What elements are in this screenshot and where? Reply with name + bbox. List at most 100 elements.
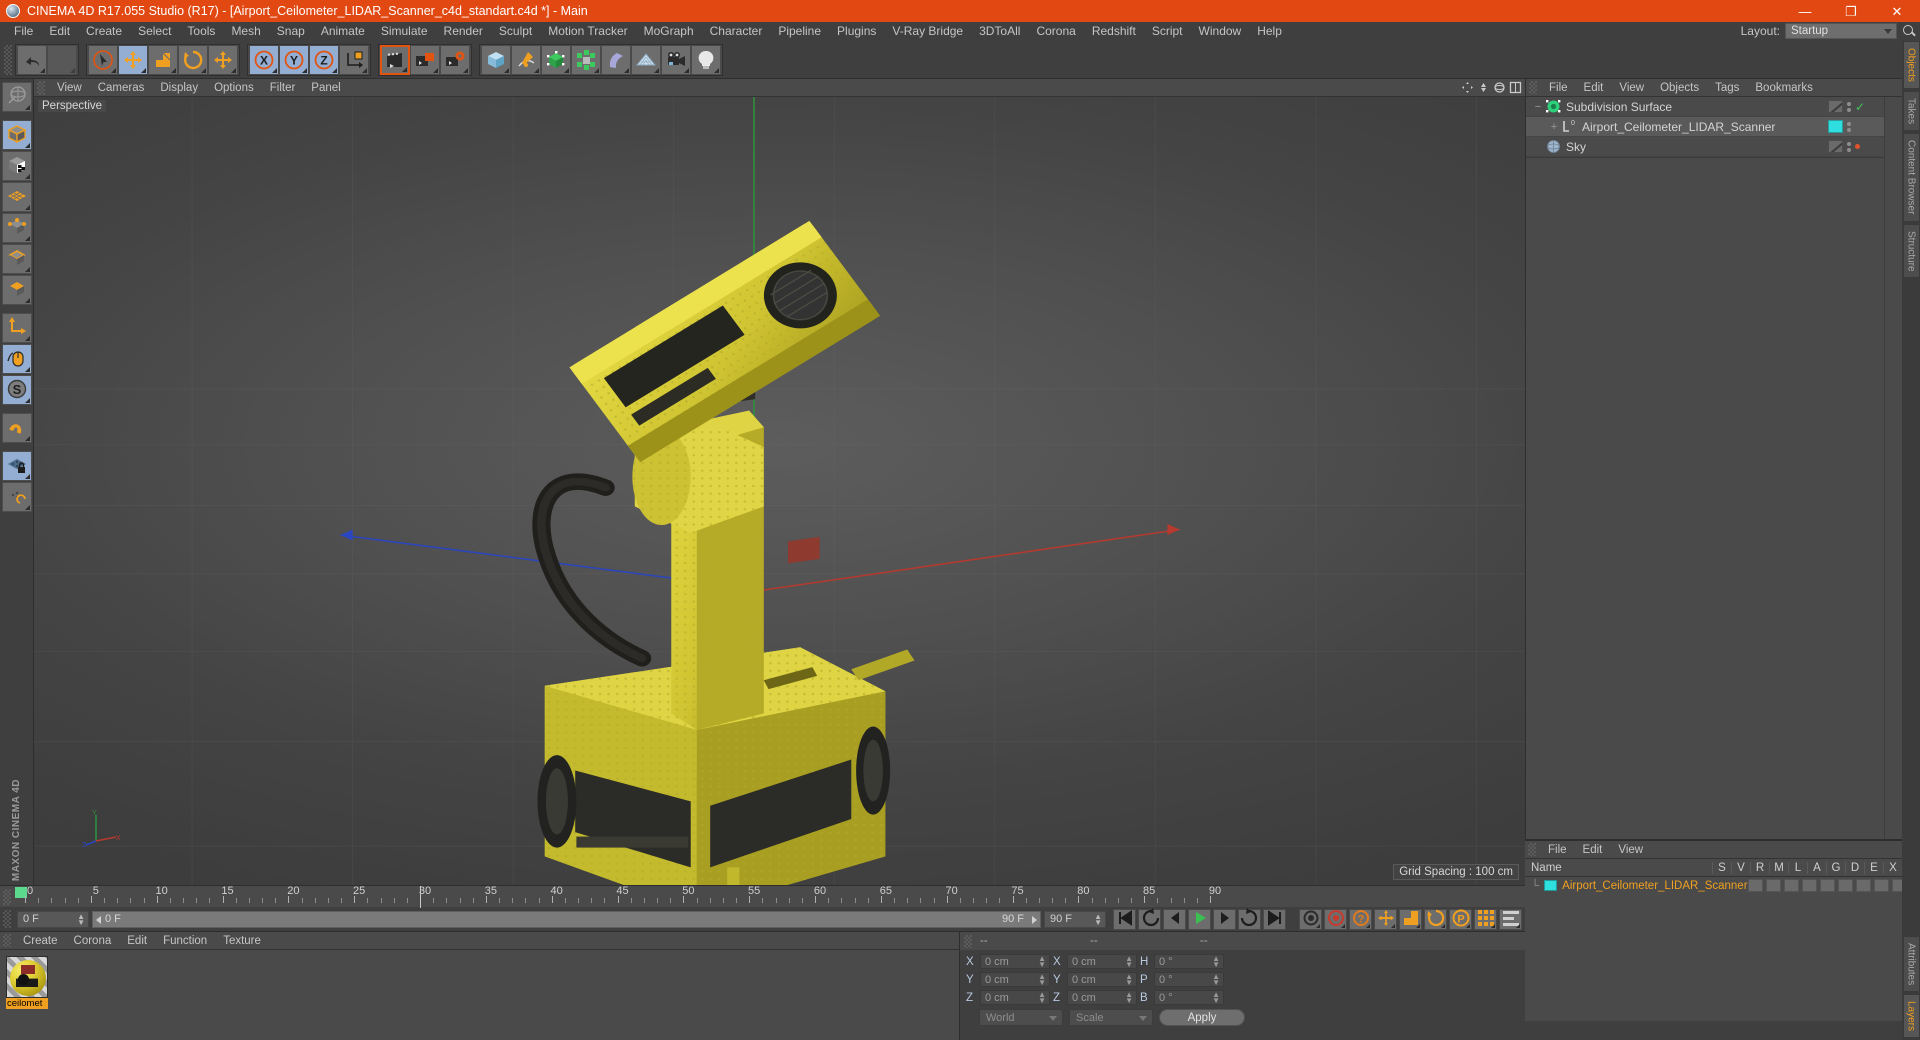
maximize-button[interactable]: ❐ (1828, 0, 1874, 22)
zoom-icon[interactable] (1477, 81, 1490, 94)
lock-x-button[interactable]: X (249, 45, 279, 75)
menu-item-render[interactable]: Render (436, 22, 491, 41)
keyframe-selection-button[interactable]: ? (1349, 909, 1372, 930)
menu-item-select[interactable]: Select (130, 22, 179, 41)
menu-item-window[interactable]: Window (1191, 22, 1250, 41)
material-menu-corona[interactable]: Corona (66, 932, 120, 950)
position-z-field[interactable]: 0 cm▲▼ (980, 990, 1050, 1005)
menu-item-script[interactable]: Script (1144, 22, 1191, 41)
menu-item-motion-tracker[interactable]: Motion Tracker (540, 22, 635, 41)
material-manager-grip[interactable] (3, 934, 11, 947)
material-list[interactable]: ceilomet (0, 950, 959, 1040)
material-menu-create[interactable]: Create (15, 932, 66, 950)
render-view-button[interactable] (380, 45, 410, 75)
menu-item-character[interactable]: Character (702, 22, 771, 41)
animation-controls-grip[interactable] (3, 910, 11, 928)
layer-column-e[interactable]: E (1864, 862, 1883, 874)
rotation-p-field[interactable]: 0 °▲▼ (1154, 972, 1224, 987)
menu-item-corona[interactable]: Corona (1028, 22, 1083, 41)
stepper-icon[interactable]: ▲▼ (1038, 974, 1046, 986)
layer-column-name[interactable]: Name (1525, 862, 1712, 874)
layer-column-d[interactable]: D (1845, 862, 1864, 874)
display-tag-icon[interactable] (1828, 100, 1843, 113)
material-menu-texture[interactable]: Texture (215, 932, 269, 950)
stepper-icon[interactable]: ▲▼ (1212, 992, 1220, 1004)
scale-key-button[interactable] (1399, 909, 1422, 930)
current-frame-field[interactable]: 0 F ▲▼ (17, 911, 89, 928)
polygons-mode-button[interactable] (2, 275, 32, 305)
object-manager-menu-file[interactable]: File (1541, 79, 1576, 97)
layer-menu-file[interactable]: File (1540, 841, 1575, 859)
render-to-picture-viewer-button[interactable] (410, 45, 440, 75)
apply-button[interactable]: Apply (1159, 1009, 1245, 1026)
menu-item-snap[interactable]: Snap (269, 22, 313, 41)
magnet-button[interactable] (2, 413, 32, 443)
points-mode-button[interactable] (2, 213, 32, 243)
object-manager-menu-objects[interactable]: Objects (1652, 79, 1707, 97)
expander-toggle[interactable]: + (1546, 121, 1562, 133)
layer-menu-edit[interactable]: Edit (1575, 841, 1611, 859)
toolbar-grip[interactable] (4, 45, 12, 75)
scale-button[interactable] (148, 45, 178, 75)
object-manager-menu-edit[interactable]: Edit (1576, 79, 1612, 97)
size-y-field[interactable]: 0 cm▲▼ (1067, 972, 1137, 987)
stepper-icon[interactable]: ▲▼ (1125, 992, 1133, 1004)
viewport-menu-options[interactable]: Options (206, 79, 262, 97)
layout-dropdown[interactable]: Startup (1785, 23, 1897, 39)
menu-item-v-ray-bridge[interactable]: V-Ray Bridge (884, 22, 971, 41)
solo-dot-icon[interactable] (1748, 879, 1763, 892)
rotate-button[interactable] (178, 45, 208, 75)
stepper-icon[interactable]: ▲▼ (1038, 992, 1046, 1004)
edge-tab-structure[interactable]: Structure (1903, 224, 1920, 279)
texture-mode-button[interactable] (2, 151, 32, 181)
menu-item-help[interactable]: Help (1249, 22, 1290, 41)
next-key-button[interactable] (1238, 909, 1261, 930)
display-tag-icon[interactable] (1828, 140, 1843, 153)
step-forward-button[interactable] (1213, 909, 1236, 930)
close-button[interactable]: ✕ (1874, 0, 1920, 22)
menu-item-mograph[interactable]: MoGraph (636, 22, 702, 41)
menu-item-simulate[interactable]: Simulate (373, 22, 436, 41)
rotation-b-field[interactable]: 0 °▲▼ (1154, 990, 1224, 1005)
viewport-menu-display[interactable]: Display (152, 79, 206, 97)
snap-enable-button[interactable]: S (2, 375, 32, 405)
coordinate-system-dropdown[interactable]: World (979, 1009, 1063, 1026)
add-light-button[interactable] (691, 45, 721, 75)
undo-button[interactable] (17, 45, 47, 75)
menu-item-create[interactable]: Create (78, 22, 130, 41)
menu-item-edit[interactable]: Edit (41, 22, 78, 41)
layer-column-v[interactable]: V (1731, 862, 1750, 874)
edge-tab-layers[interactable]: Layers (1903, 994, 1920, 1038)
layer-manager-grip[interactable] (1528, 843, 1536, 856)
stepper-icon[interactable]: ▲▼ (1212, 956, 1220, 968)
move-duplicate-button[interactable] (208, 45, 238, 75)
object-manager-menu-bookmarks[interactable]: Bookmarks (1747, 79, 1821, 97)
stepper-icon[interactable]: ▲▼ (1212, 974, 1220, 986)
position-y-field[interactable]: 0 cm▲▼ (980, 972, 1050, 987)
object-tree[interactable]: −Subdivision Surface✓+0Airport_Ceilomete… (1526, 97, 1884, 157)
size-mode-dropdown[interactable]: Scale (1069, 1009, 1153, 1026)
lock-icon[interactable] (1820, 879, 1835, 892)
step-back-button[interactable] (1163, 909, 1186, 930)
layer-color-swatch[interactable] (1544, 880, 1557, 891)
perspective-viewport[interactable]: Perspective Grid Spacing : 100 cm (34, 97, 1525, 885)
redo-button[interactable] (47, 45, 77, 75)
orbit-icon[interactable] (1493, 81, 1506, 94)
object-row-1[interactable]: +0Airport_Ceilometer_LIDAR_Scanner (1526, 117, 1884, 137)
render-settings-button[interactable] (440, 45, 470, 75)
generator-icon[interactable] (1856, 879, 1871, 892)
rotation-key-button[interactable] (1424, 909, 1447, 930)
axis-mode-button[interactable] (2, 313, 32, 343)
timeline-range-slider[interactable]: 0 F 90 F (92, 911, 1041, 928)
position-x-field[interactable]: 0 cm▲▼ (980, 954, 1050, 969)
layer-menu-view[interactable]: View (1610, 841, 1651, 859)
minimize-button[interactable]: — (1782, 0, 1828, 22)
material-preview[interactable] (6, 956, 48, 998)
rotation-h-field[interactable]: 0 °▲▼ (1154, 954, 1224, 969)
menu-item-redshift[interactable]: Redshift (1084, 22, 1144, 41)
viewport-menu-view[interactable]: View (49, 79, 90, 97)
workplane-button[interactable] (2, 482, 32, 512)
edge-tab-attributes[interactable]: Attributes (1903, 936, 1920, 992)
record-active-objects-button[interactable] (1299, 909, 1322, 930)
point-level-animation-button[interactable] (1474, 909, 1497, 930)
